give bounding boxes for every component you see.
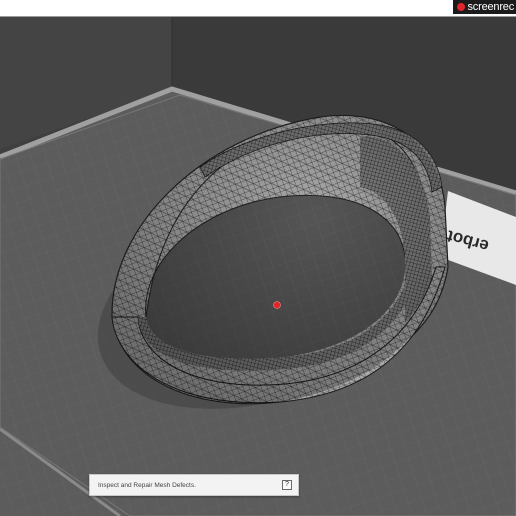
scene-canvas[interactable]: erbot bbox=[0, 17, 516, 516]
center-marker bbox=[273, 301, 281, 309]
3d-viewport[interactable]: erbot screenrec Inspect and Repair Mesh … bbox=[0, 0, 516, 516]
screen-recorder-label: screenrec bbox=[467, 1, 515, 13]
screen-recorder-badge: screenrec bbox=[452, 0, 516, 14]
record-icon bbox=[456, 3, 465, 11]
repair-mesh-tooltip: Inspect and Repair Mesh Defects. ? bbox=[89, 474, 299, 496]
top-bar: screenrec bbox=[0, 0, 516, 17]
help-button[interactable]: ? bbox=[282, 480, 292, 490]
tooltip-text: Inspect and Repair Mesh Defects. bbox=[98, 481, 196, 489]
